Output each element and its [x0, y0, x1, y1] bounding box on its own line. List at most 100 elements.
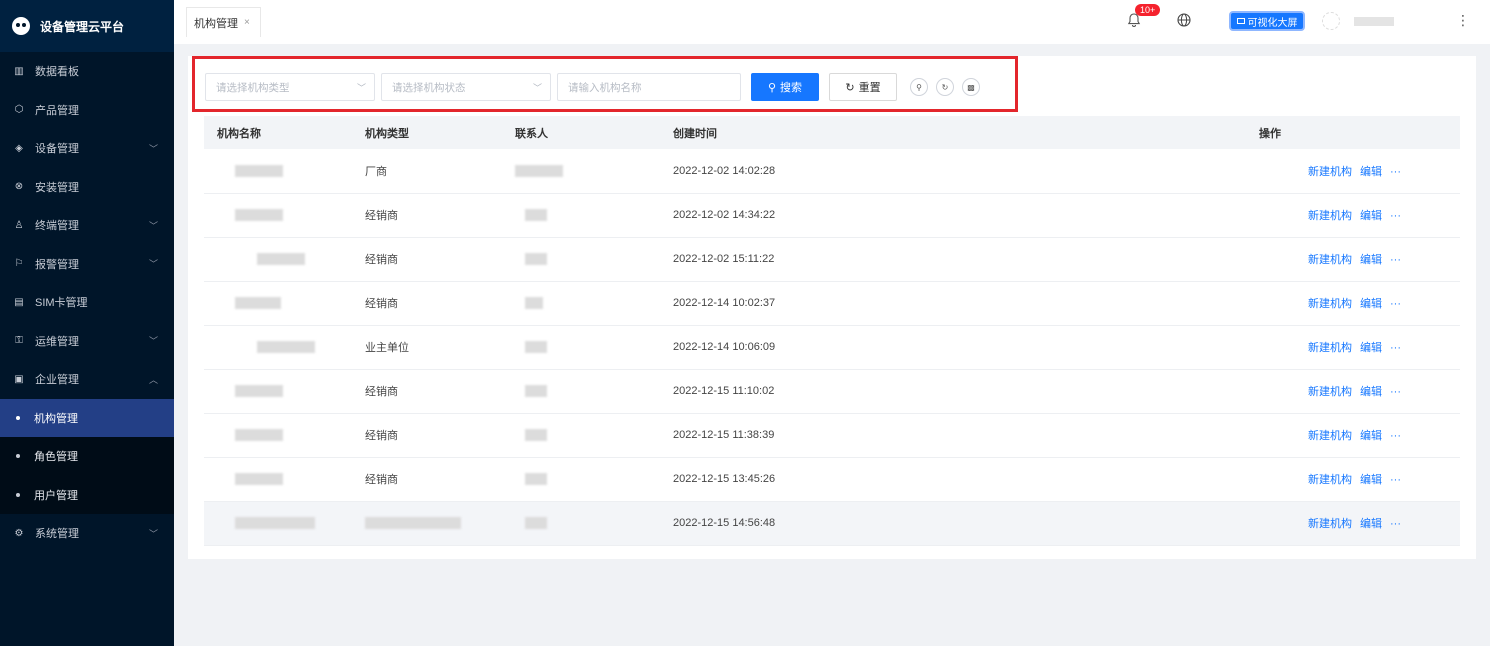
- sidebar-item-3[interactable]: ⊗ 安装管理: [0, 168, 174, 207]
- sidebar-item-2[interactable]: ◈ 设备管理 ﹀: [0, 129, 174, 168]
- search-icon: ⚲: [767, 81, 777, 94]
- new-org-link[interactable]: 新建机构: [1308, 166, 1352, 178]
- org-type-cell: 经销商: [352, 457, 502, 502]
- tab-close-icon[interactable]: ×: [244, 17, 250, 28]
- tab-org-management[interactable]: 机构管理 ×: [186, 7, 261, 37]
- logo-icon: [12, 17, 30, 35]
- org-type: 经销商: [365, 298, 398, 310]
- new-org-link[interactable]: 新建机构: [1308, 430, 1352, 442]
- org-name-cell: [204, 193, 352, 238]
- org-type-cell: 厂商: [352, 149, 502, 194]
- app-title: 设备管理云平台: [40, 19, 125, 34]
- org-name-placeholder: 请输入机构名称: [568, 81, 642, 94]
- created-cell: 2022-12-14 10:02:37: [660, 281, 1080, 326]
- column-settings-icon[interactable]: ▩: [962, 78, 980, 96]
- actions-cell: 新建机构 编辑 ···: [1080, 501, 1460, 546]
- new-org-link[interactable]: 新建机构: [1308, 342, 1352, 354]
- sidebar-item-4[interactable]: ♙ 终端管理 ﹀: [0, 206, 174, 245]
- edit-link[interactable]: 编辑: [1360, 430, 1382, 442]
- org-status-select[interactable]: 请选择机构状态 ﹀: [381, 73, 551, 101]
- org-type: 经销商: [365, 430, 398, 442]
- org-type: 经销商: [365, 210, 398, 222]
- table-row[interactable]: 业主单位 2022-12-14 10:06:09 新建机构 编辑 ···: [204, 325, 1460, 370]
- actions-cell: 新建机构 编辑 ···: [1080, 413, 1460, 458]
- org-type-cell: 经销商: [352, 193, 502, 238]
- sidebar-item-6[interactable]: ▤ SIM卡管理: [0, 283, 174, 322]
- table-row[interactable]: 经销商 2022-12-02 15:11:22 新建机构 编辑 ···: [204, 237, 1460, 282]
- more-actions-icon[interactable]: ···: [1390, 254, 1401, 266]
- new-org-link[interactable]: 新建机构: [1308, 386, 1352, 398]
- sidebar-item-1[interactable]: ⬡ 产品管理: [0, 91, 174, 130]
- sidebar-item-7[interactable]: ⚿ 运维管理 ﹀: [0, 322, 174, 361]
- refresh-table-icon[interactable]: ↻: [936, 78, 954, 96]
- redacted-contact: [525, 385, 547, 398]
- edit-link[interactable]: 编辑: [1360, 166, 1382, 178]
- avatar: [1322, 12, 1340, 30]
- created-cell: 2022-12-02 14:34:22: [660, 193, 1080, 238]
- more-vertical-icon[interactable]: ⋮: [1456, 12, 1470, 29]
- notification-badge: 10+: [1135, 4, 1161, 16]
- sidebar-subitem-2[interactable]: 用户管理: [0, 475, 174, 514]
- edit-link[interactable]: 编辑: [1360, 474, 1382, 486]
- sidebar-subitem-0[interactable]: 机构管理: [0, 398, 174, 437]
- table-row[interactable]: 厂商 2022-12-02 14:02:28 新建机构 编辑 ···: [204, 149, 1460, 194]
- more-actions-icon[interactable]: ···: [1390, 166, 1401, 178]
- reset-button[interactable]: ↻ 重置: [829, 73, 897, 101]
- new-org-link[interactable]: 新建机构: [1308, 254, 1352, 266]
- sidebar-item-label: 产品管理: [35, 104, 79, 117]
- created-cell: 2022-12-15 11:38:39: [660, 413, 1080, 458]
- refresh-icon: ↻: [845, 81, 855, 94]
- sidebar-item-label: 数据看板: [35, 66, 79, 79]
- table-row[interactable]: 经销商 2022-12-15 13:45:26 新建机构 编辑 ···: [204, 457, 1460, 502]
- edit-link[interactable]: 编辑: [1360, 210, 1382, 222]
- new-org-link[interactable]: 新建机构: [1308, 298, 1352, 310]
- visual-screen-button[interactable]: 可视化大屏: [1229, 11, 1305, 31]
- org-type-select[interactable]: 请选择机构类型 ﹀: [205, 73, 375, 101]
- table-row[interactable]: 经销商 2022-12-15 11:38:39 新建机构 编辑 ···: [204, 413, 1460, 458]
- sidebar-item-8[interactable]: ▣ 企业管理 ︿: [0, 360, 174, 399]
- sidebar-item-system[interactable]: ⚙ 系统管理 ﹀: [0, 514, 174, 553]
- table-row[interactable]: 经销商 2022-12-02 14:34:22 新建机构 编辑 ···: [204, 193, 1460, 238]
- edit-link[interactable]: 编辑: [1360, 386, 1382, 398]
- redacted-name: [235, 517, 315, 530]
- table-row[interactable]: 经销商 2022-12-14 10:02:37 新建机构 编辑 ···: [204, 281, 1460, 326]
- user-menu[interactable]: [1322, 12, 1412, 30]
- table-row[interactable]: 2022-12-15 14:56:48 新建机构 编辑 ···: [204, 501, 1460, 546]
- search-button[interactable]: ⚲ 搜索: [751, 73, 819, 101]
- more-actions-icon[interactable]: ···: [1390, 342, 1401, 354]
- edit-link[interactable]: 编辑: [1360, 254, 1382, 266]
- chevron-down-icon: ﹀: [148, 220, 158, 231]
- chevron-down-icon: ﹀: [148, 259, 158, 270]
- actions-cell: 新建机构 编辑 ···: [1080, 457, 1460, 502]
- more-actions-icon[interactable]: ···: [1390, 386, 1401, 398]
- table-row[interactable]: 经销商 2022-12-15 11:10:02 新建机构 编辑 ···: [204, 369, 1460, 414]
- sidebar-item-5[interactable]: ⚐ 报警管理 ﹀: [0, 245, 174, 284]
- org-name-cell: [204, 457, 352, 502]
- org-name-cell: [204, 369, 352, 414]
- new-org-link[interactable]: 新建机构: [1308, 210, 1352, 222]
- more-actions-icon[interactable]: ···: [1390, 474, 1401, 486]
- toggle-search-icon[interactable]: ⚲: [910, 78, 928, 96]
- col-contact: 联系人: [502, 116, 660, 149]
- sidebar-subitem-label: 机构管理: [34, 412, 78, 425]
- chevron-up-icon: ︿: [148, 374, 158, 385]
- reset-button-label: 重置: [858, 82, 881, 94]
- new-org-link[interactable]: 新建机构: [1308, 474, 1352, 486]
- more-actions-icon[interactable]: ···: [1390, 298, 1401, 310]
- edit-link[interactable]: 编辑: [1360, 298, 1382, 310]
- more-actions-icon[interactable]: ···: [1390, 518, 1401, 530]
- edit-link[interactable]: 编辑: [1360, 518, 1382, 530]
- actions-cell: 新建机构 编辑 ···: [1080, 325, 1460, 370]
- sidebar-item-0[interactable]: ▥ 数据看板: [0, 52, 174, 91]
- org-name-input[interactable]: 请输入机构名称: [557, 73, 741, 101]
- sidebar-subitem-1[interactable]: 角色管理: [0, 437, 174, 476]
- redacted-name: [235, 429, 283, 442]
- globe-icon[interactable]: [1177, 13, 1191, 27]
- logo[interactable]: 设备管理云平台: [0, 0, 174, 52]
- edit-link[interactable]: 编辑: [1360, 342, 1382, 354]
- new-org-link[interactable]: 新建机构: [1308, 518, 1352, 530]
- more-actions-icon[interactable]: ···: [1390, 430, 1401, 442]
- created-cell: 2022-12-02 14:02:28: [660, 149, 1080, 194]
- sidebar-item-label: 终端管理: [35, 220, 79, 233]
- more-actions-icon[interactable]: ···: [1390, 210, 1401, 222]
